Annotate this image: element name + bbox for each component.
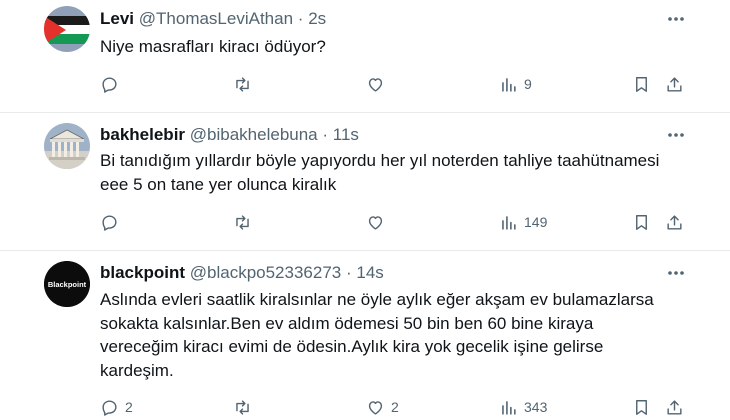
tweet-text-line: kardeşim. — [100, 360, 174, 380]
share-button[interactable] — [665, 396, 684, 418]
tweet-text-line: vereceğim kiracı evimi de ödesin.Aylık k… — [100, 337, 604, 356]
share-button[interactable] — [665, 73, 684, 95]
reply-button[interactable] — [100, 73, 125, 95]
reply-icon — [102, 399, 117, 416]
separator-dot: · — [345, 263, 352, 282]
views-chart-icon — [502, 400, 516, 415]
tweet-header: Levi @ThomasLeviAthan · 2s — [100, 9, 326, 29]
reply-icon — [102, 76, 117, 93]
retweet-icon — [236, 76, 249, 92]
view-count: 343 — [524, 399, 548, 415]
blackpoint-logo-avatar: Blackpoint — [44, 261, 90, 307]
tweet-text: Niye masrafları kiracı ödüyor? — [100, 35, 700, 59]
share-icon — [667, 76, 682, 92]
tweet-text-line: Bi tanıdığım yıllardır böyle yapıyordu h… — [100, 151, 660, 170]
heart-icon — [368, 400, 383, 415]
user-handle[interactable]: @bibakhelebuna — [190, 125, 318, 144]
reply-icon — [102, 214, 117, 231]
reply-button[interactable] — [100, 211, 125, 233]
display-name[interactable]: Levi — [100, 9, 134, 28]
avatar[interactable] — [44, 123, 90, 169]
retweet-icon — [236, 399, 249, 415]
bookmark-icon — [636, 399, 647, 415]
tweet-header: blackpoint @blackpo52336273 · 14s — [100, 263, 384, 283]
bookmark-button[interactable] — [632, 211, 651, 233]
building-columns-avatar — [44, 123, 90, 169]
bookmark-button[interactable] — [632, 396, 651, 418]
avatar[interactable]: Blackpoint — [44, 261, 90, 307]
like-button[interactable]: 2 — [366, 396, 399, 418]
reply-button[interactable]: 2 — [100, 396, 133, 418]
heart-icon — [368, 215, 383, 230]
user-handle[interactable]: @blackpo52336273 — [190, 263, 342, 282]
like-button[interactable] — [366, 73, 391, 95]
retweet-icon — [236, 214, 249, 230]
avatar[interactable] — [44, 6, 90, 52]
views-chart-icon — [502, 215, 516, 230]
views-button[interactable]: 9 — [499, 73, 532, 95]
timestamp[interactable]: 11s — [333, 125, 359, 144]
separator-dot: · — [322, 125, 329, 144]
bookmark-button[interactable] — [632, 73, 651, 95]
avatar-logo-text: Blackpoint — [48, 280, 87, 289]
view-count: 9 — [524, 76, 532, 92]
timestamp[interactable]: 14s — [356, 263, 383, 282]
tweet[interactable]: bakhelebir @bibakhelebuna · 11s Bi tanıd… — [0, 113, 730, 251]
view-count: 149 — [524, 214, 548, 230]
tweet[interactable]: Levi @ThomasLeviAthan · 2s Niye masrafla… — [0, 0, 730, 120]
tweet-text: Aslında evleri saatlik kiralsınlar ne öy… — [100, 288, 700, 382]
tweet-text: Bi tanıdığım yıllardır böyle yapıyordu h… — [100, 149, 700, 196]
retweet-button[interactable] — [233, 211, 252, 233]
reply-count: 2 — [125, 399, 133, 415]
tweet-text-line: Aslında evleri saatlik kiralsınlar ne öy… — [100, 290, 654, 309]
user-handle[interactable]: @ThomasLeviAthan — [139, 9, 293, 28]
share-icon — [667, 214, 682, 230]
tweet-text-line: Niye masrafları kiracı ödüyor? — [100, 37, 326, 56]
tweet-text-line: eee 5 on tane yer olunca kiralık — [100, 174, 337, 194]
more-options-icon[interactable] — [666, 125, 686, 145]
views-button[interactable]: 343 — [499, 396, 547, 418]
tweet-actions: 9 — [100, 73, 700, 95]
bookmark-icon — [636, 214, 647, 230]
tweet-actions: 149 — [100, 211, 700, 233]
like-count: 2 — [391, 399, 399, 415]
heart-icon — [368, 77, 383, 92]
views-button[interactable]: 149 — [499, 211, 547, 233]
retweet-button[interactable] — [233, 396, 252, 418]
views-chart-icon — [502, 77, 516, 92]
retweet-button[interactable] — [233, 73, 252, 95]
like-button[interactable] — [366, 211, 391, 233]
display-name[interactable]: blackpoint — [100, 263, 185, 282]
timestamp[interactable]: 2s — [308, 9, 326, 28]
share-icon — [667, 399, 682, 415]
tweet-text-line: sokakta kalsınlar.Ben ev aldım ödemesi 5… — [100, 313, 594, 333]
palestine-flag-avatar — [44, 6, 90, 52]
tweet-header: bakhelebir @bibakhelebuna · 11s — [100, 125, 359, 145]
share-button[interactable] — [665, 211, 684, 233]
tweet-actions: 2 2 343 — [100, 396, 700, 418]
tweet[interactable]: Blackpoint blackpoint @blackpo52336273 ·… — [0, 251, 730, 420]
more-options-icon[interactable] — [666, 9, 686, 29]
display-name[interactable]: bakhelebir — [100, 125, 185, 144]
more-options-icon[interactable] — [666, 263, 686, 283]
bookmark-icon — [636, 76, 647, 92]
separator-dot: · — [297, 9, 304, 28]
